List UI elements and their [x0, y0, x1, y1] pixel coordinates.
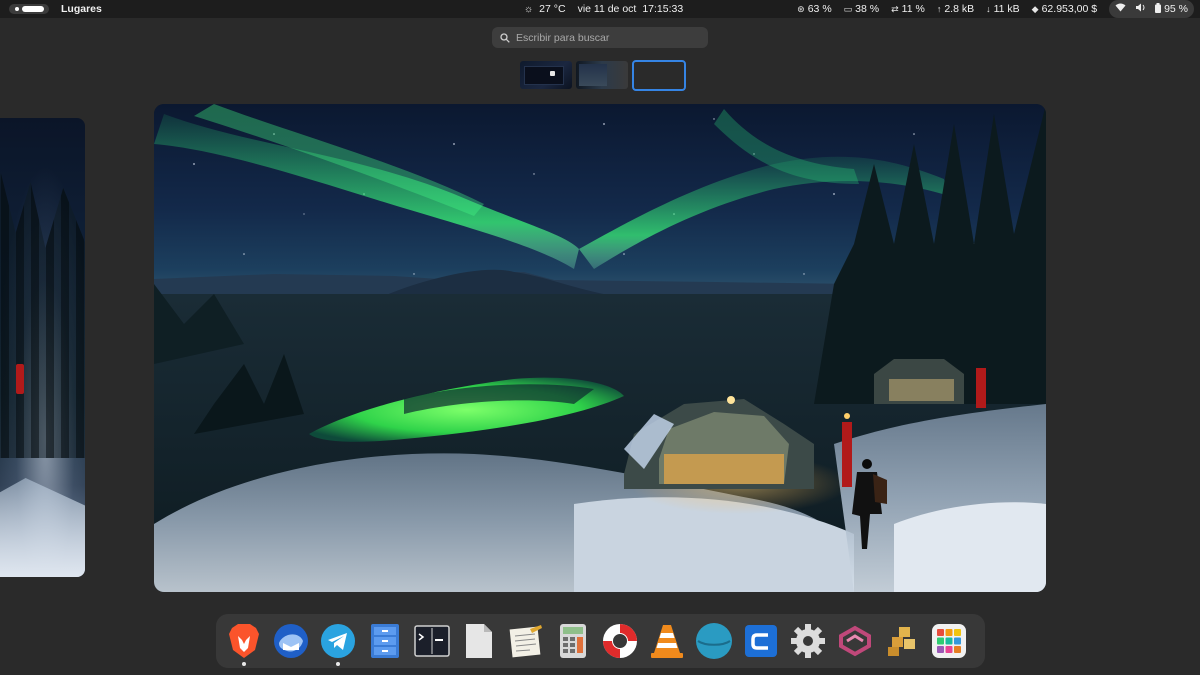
- workspace-switcher: [520, 59, 686, 91]
- file-cabinet-icon: [370, 623, 400, 659]
- running-indicator: [336, 662, 340, 666]
- telegram-icon: [320, 623, 356, 659]
- dock-show-apps[interactable]: [930, 622, 968, 660]
- upload-value: 2.8 kB: [944, 3, 975, 15]
- workspace-thumbnail-1[interactable]: [520, 61, 572, 89]
- calculator-icon: [559, 623, 587, 659]
- cpu-icon: ⊛: [797, 3, 805, 14]
- workspace-preview-wallpaper[interactable]: [154, 104, 1046, 592]
- upload-arrow-icon: ↑: [936, 4, 942, 14]
- system-indicators: ⊛ 63 % ▭ 38 % ⇄ 11 % ↑ 2.8 kB ↓ 11 kB ◆ …: [785, 0, 1194, 18]
- date-label: vie 11 de oct: [577, 3, 637, 15]
- globe-icon: [695, 622, 733, 660]
- dock-app-text-editor[interactable]: [507, 622, 545, 660]
- dock-app-terminal[interactable]: [413, 622, 451, 660]
- brave-lion-icon: [227, 622, 261, 660]
- workspace-thumbnail-3-active[interactable]: [632, 59, 686, 91]
- balance-value: 62.953,00 $: [1041, 3, 1098, 15]
- search-input[interactable]: [516, 31, 696, 44]
- app-grid-icon: [932, 624, 966, 658]
- dock-app-settings[interactable]: [789, 622, 827, 660]
- dock-app-globe[interactable]: [695, 622, 733, 660]
- dock-app-document-viewer[interactable]: [460, 622, 498, 660]
- dock-app-packages[interactable]: [883, 622, 921, 660]
- cpu-indicator[interactable]: ⊛ 63 %: [797, 3, 831, 15]
- dock-app-ccleaner[interactable]: [742, 622, 780, 660]
- dock-app-files[interactable]: [366, 622, 404, 660]
- ccleaner-icon: [744, 624, 778, 658]
- workspace-thumbnail-2[interactable]: [576, 61, 628, 89]
- system-menu-button[interactable]: 95 %: [1109, 0, 1194, 18]
- dock-app-brave[interactable]: [225, 622, 263, 666]
- previous-workspace-preview[interactable]: [0, 118, 85, 577]
- running-indicator: [242, 662, 246, 666]
- top-bar: Lugares ☼ 27 °C vie 11 de oct 17:15:33 ⊛…: [0, 0, 1200, 18]
- download-arrow-icon: ↓: [986, 4, 991, 14]
- memory-icon: ▭: [843, 3, 853, 14]
- thunderbird-icon: [273, 623, 309, 659]
- memory-indicator[interactable]: ▭ 38 %: [844, 3, 879, 15]
- clock-menu[interactable]: ☼ 27 °C vie 11 de oct 17:15:33: [524, 0, 683, 18]
- search-icon: [500, 32, 510, 43]
- swap-icon: ⇄: [891, 3, 899, 14]
- packages-icon: [886, 625, 918, 657]
- activities-indicator[interactable]: [9, 4, 49, 14]
- lifebuoy-icon: [602, 623, 638, 659]
- battery-icon: [1155, 2, 1162, 16]
- gear-icon: [790, 623, 826, 659]
- text-editor-icon: [508, 623, 544, 659]
- battery-status: 95 %: [1155, 2, 1188, 16]
- dock-app-vlc[interactable]: [648, 622, 686, 660]
- download-indicator[interactable]: ↓ 11 kB: [986, 3, 1020, 15]
- terminal-icon: [414, 625, 450, 657]
- memory-value: 38 %: [855, 3, 880, 15]
- weather-icon: ☼: [524, 3, 534, 15]
- dock-app-sync[interactable]: [836, 622, 874, 660]
- bitcoin-icon: ◆: [1031, 3, 1039, 14]
- dock-app-calculator[interactable]: [554, 622, 592, 660]
- swap-value: 11 %: [901, 3, 925, 15]
- places-menu[interactable]: Lugares: [61, 3, 102, 15]
- weather-temperature: 27 °C: [539, 3, 566, 15]
- dock-app-thunderbird[interactable]: [272, 622, 310, 660]
- wifi-icon: [1115, 3, 1126, 15]
- balance-indicator[interactable]: ◆ 62.953,00 $: [1032, 3, 1097, 15]
- time-label: 17:15:33: [642, 3, 684, 15]
- aurora-wallpaper-image: [154, 104, 1046, 592]
- dock-app-telegram[interactable]: [319, 622, 357, 666]
- document-icon: [464, 623, 494, 659]
- volume-icon: [1135, 3, 1146, 15]
- swap-indicator[interactable]: ⇄ 11 %: [891, 3, 925, 15]
- dock-app-help[interactable]: [601, 622, 639, 660]
- upload-indicator[interactable]: ↑ 2.8 kB: [937, 3, 974, 15]
- vlc-cone-icon: [650, 623, 684, 659]
- sync-arrows-icon: [837, 624, 873, 658]
- download-value: 11 kB: [993, 3, 1020, 15]
- dock: [216, 614, 985, 668]
- cpu-value: 63 %: [807, 3, 832, 15]
- search-box[interactable]: [492, 27, 708, 48]
- battery-value: 95 %: [1164, 3, 1188, 15]
